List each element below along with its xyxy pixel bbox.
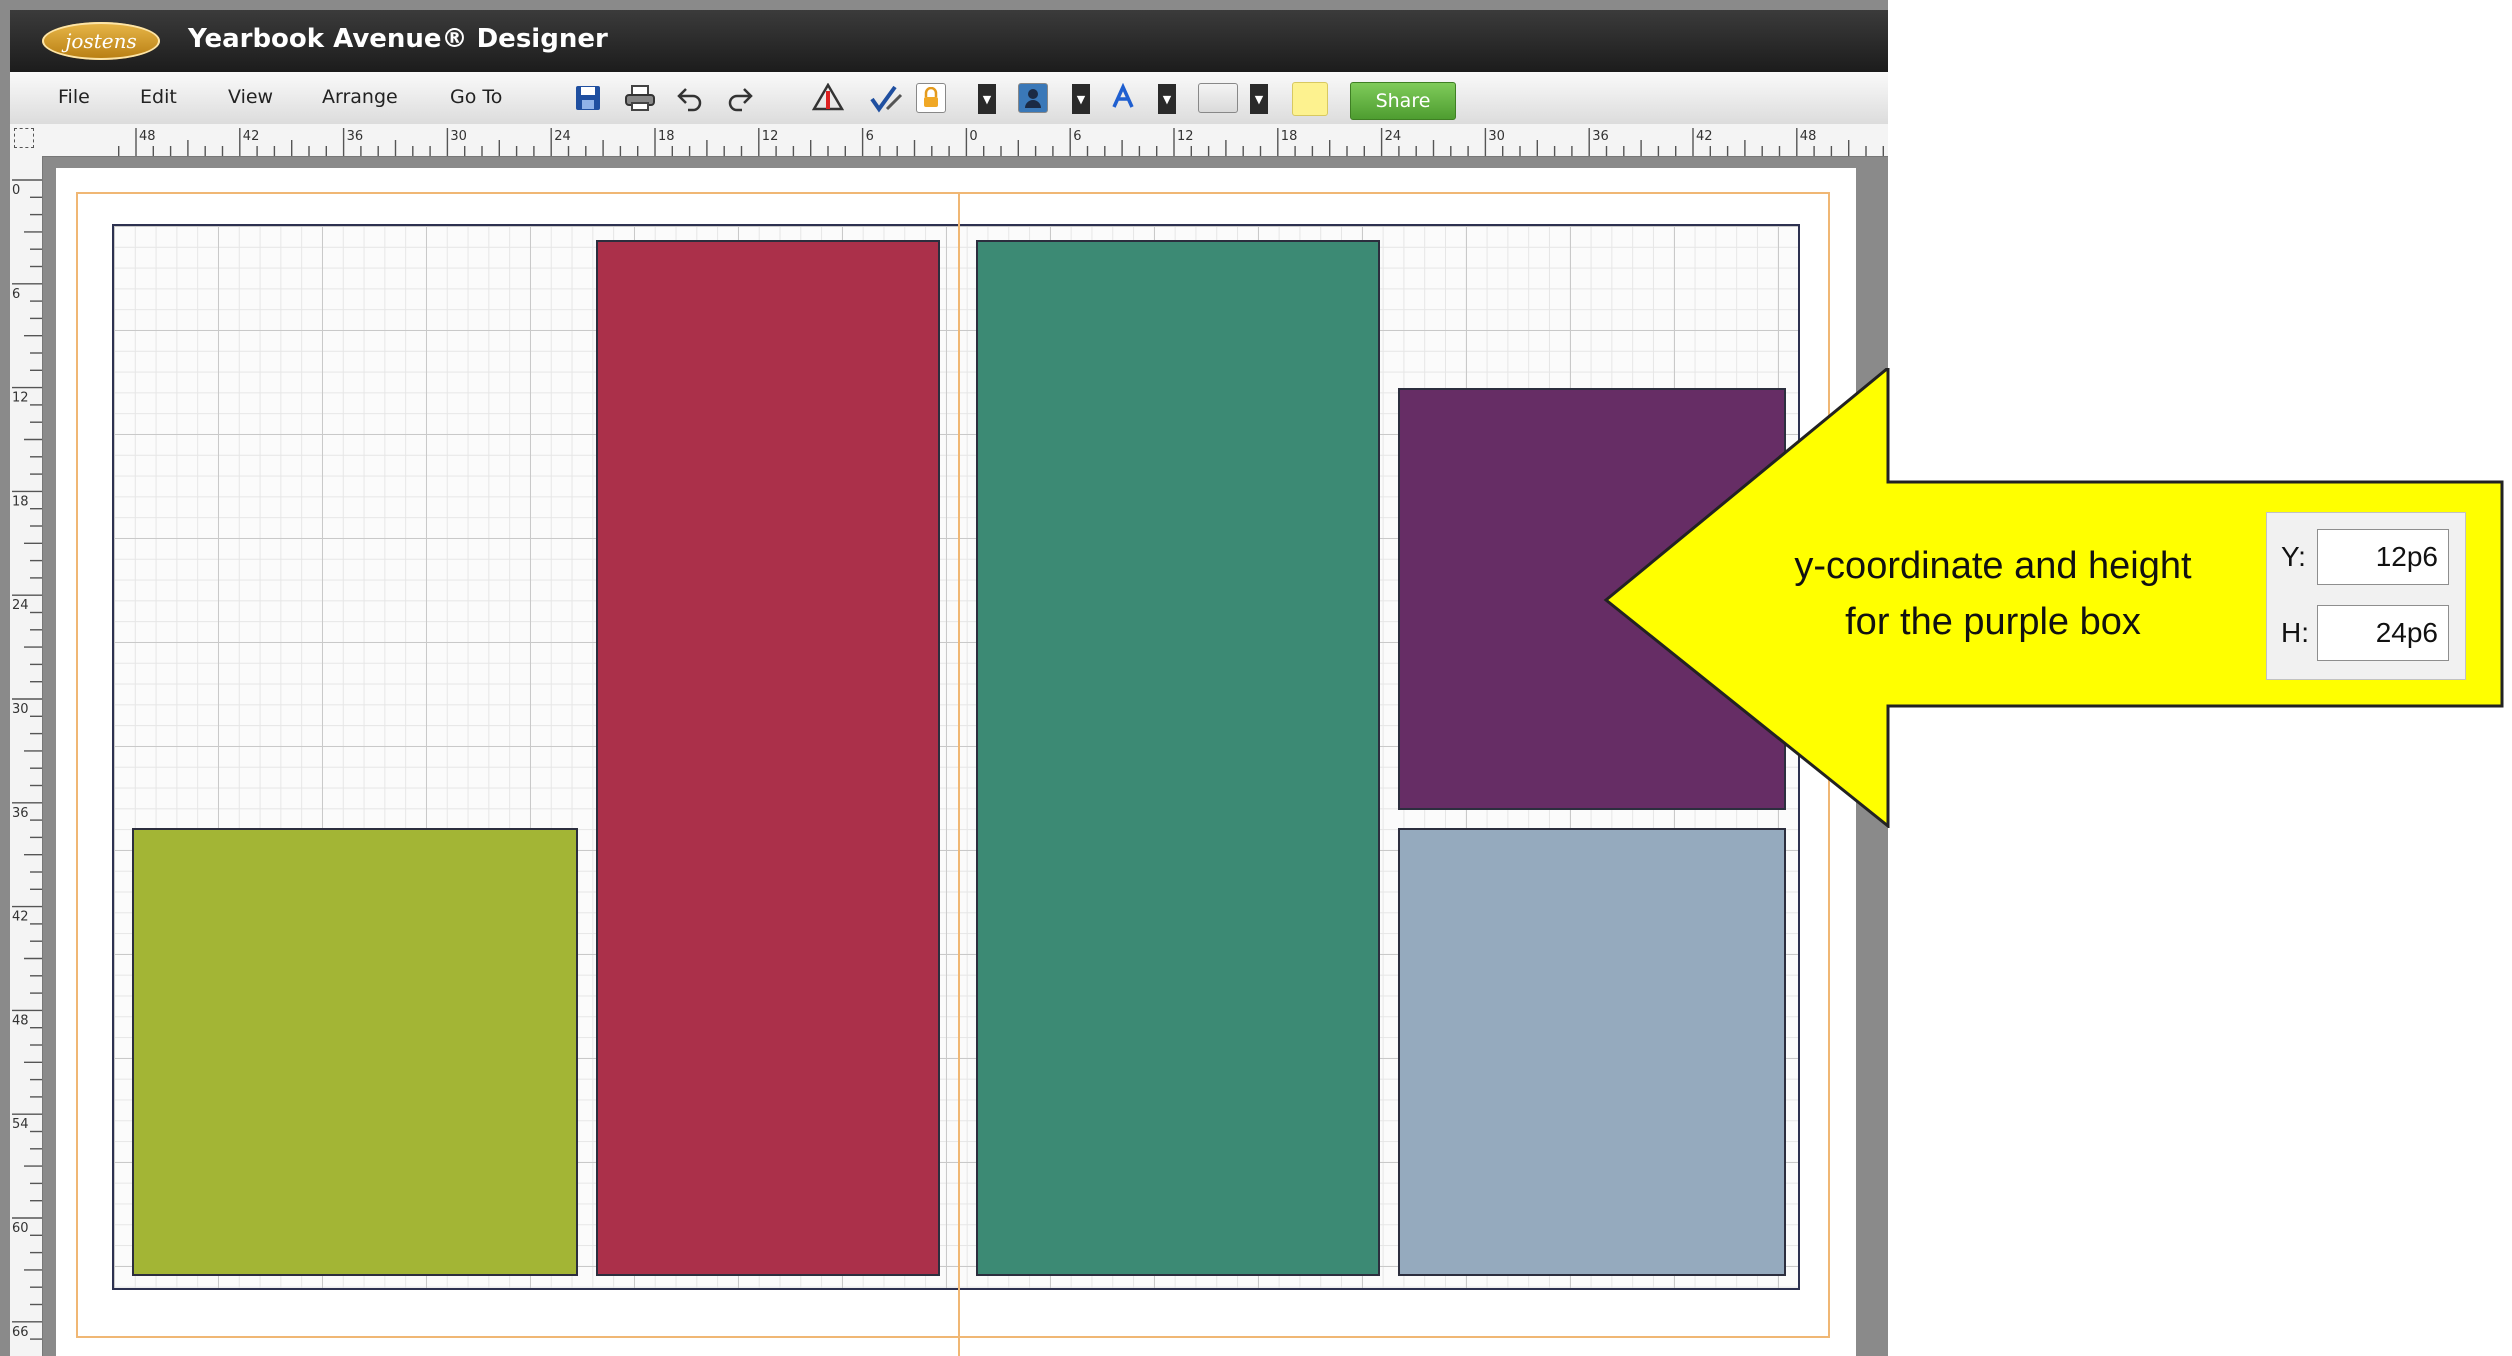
ruler-label: 6 xyxy=(866,129,874,144)
spine-guide xyxy=(958,192,960,1356)
y-coordinate-field[interactable] xyxy=(2317,529,2449,585)
vertical-ruler-scale: 0 6 12 18 24 30 36 42 48 54 60 66 xyxy=(12,179,42,1340)
green-box[interactable] xyxy=(132,828,578,1276)
text-color-dropdown[interactable]: ▼ xyxy=(1158,84,1176,114)
ruler-label: 18 xyxy=(658,129,675,144)
lock-icon[interactable] xyxy=(916,83,946,113)
spread-canvas[interactable] xyxy=(56,168,1856,1356)
ruler-label: 30 xyxy=(12,702,29,717)
save-icon[interactable] xyxy=(570,80,606,116)
person-icon[interactable] xyxy=(1018,83,1048,113)
lock-dropdown[interactable]: ▼ xyxy=(978,84,996,114)
y-label: Y: xyxy=(2281,541,2306,572)
ruler-label: 36 xyxy=(12,806,29,821)
ruler-label: 24 xyxy=(554,129,571,144)
jostens-logo: jostens xyxy=(42,22,160,60)
ruler-label: 6 xyxy=(1073,129,1081,144)
share-button[interactable]: Share xyxy=(1350,82,1456,120)
redo-icon[interactable] xyxy=(722,80,758,116)
menu-file[interactable]: File xyxy=(58,86,90,108)
flag-icon[interactable] xyxy=(808,80,848,116)
ruler-label: 30 xyxy=(450,129,467,144)
callout-text: y-coordinate and height for the purple b… xyxy=(1758,538,2228,650)
ruler-label: 12 xyxy=(1177,129,1194,144)
ruler-label: 30 xyxy=(1488,129,1505,144)
undo-icon[interactable] xyxy=(672,80,708,116)
menu-view[interactable]: View xyxy=(228,86,273,108)
ruler-label: 54 xyxy=(12,1117,29,1132)
ruler-label: 48 xyxy=(139,129,156,144)
ruler-label: 42 xyxy=(1696,129,1713,144)
title-bar: jostens Yearbook Avenue® Designer xyxy=(10,10,1888,72)
ruler-label: 42 xyxy=(12,910,29,925)
ruler-label: 36 xyxy=(347,129,364,144)
ruler-label: 18 xyxy=(1281,129,1298,144)
height-field[interactable] xyxy=(2317,605,2449,661)
teal-box[interactable] xyxy=(976,240,1380,1276)
ruler-label: 12 xyxy=(12,391,29,406)
callout-line-2: for the purple box xyxy=(1845,601,2141,643)
menu-toolbar: File Edit View Arrange Go To ▼ ▼ ▼ ▼ Sha… xyxy=(10,72,1888,125)
ruler-label: 66 xyxy=(12,1325,29,1340)
ruler-label: 18 xyxy=(12,494,29,509)
fill-color-icon[interactable] xyxy=(1198,83,1238,113)
text-color-icon[interactable] xyxy=(1106,80,1140,116)
ruler-label: 0 xyxy=(969,129,977,144)
horizontal-ruler[interactable]: 48 42 36 30 24 18 12 6 0 6 12 18 24 30 36 42 48 xyxy=(10,124,1888,157)
ruler-label: 6 xyxy=(12,287,20,302)
fill-color-dropdown[interactable]: ▼ xyxy=(1250,84,1268,114)
ruler-label: 42 xyxy=(243,129,260,144)
ruler-label: 48 xyxy=(1800,129,1817,144)
ruler-label: 24 xyxy=(12,598,29,613)
person-dropdown[interactable]: ▼ xyxy=(1072,84,1090,114)
ruler-label: 24 xyxy=(1385,129,1402,144)
vertical-ruler[interactable]: 0 6 12 18 24 30 36 42 48 54 60 66 xyxy=(10,156,43,1356)
menu-go-to[interactable]: Go To xyxy=(450,86,502,108)
app-title: Yearbook Avenue® Designer xyxy=(188,24,608,54)
callout-line-1: y-coordinate and height xyxy=(1794,545,2192,587)
sticky-note-icon[interactable] xyxy=(1292,82,1328,116)
h-label: H: xyxy=(2281,617,2309,648)
ruler-label: 36 xyxy=(1592,129,1609,144)
horizontal-ruler-scale: 48 42 36 30 24 18 12 6 0 6 12 18 24 30 36 42 48 xyxy=(117,128,1885,156)
menu-arrange[interactable]: Arrange xyxy=(322,86,398,108)
ruler-label: 0 xyxy=(12,183,20,198)
ruler-label: 12 xyxy=(762,129,779,144)
check-pen-icon[interactable] xyxy=(866,80,906,116)
menu-edit[interactable]: Edit xyxy=(140,86,177,108)
properties-panel: Y: H: xyxy=(2266,512,2466,680)
print-icon[interactable] xyxy=(620,80,660,116)
ruler-label: 60 xyxy=(12,1221,29,1236)
ruler-label: 48 xyxy=(12,1013,29,1028)
blue-gray-box[interactable] xyxy=(1398,828,1786,1276)
ruler-origin-corner[interactable] xyxy=(14,128,34,148)
red-box[interactable] xyxy=(596,240,940,1276)
logo-text: jostens xyxy=(65,29,137,53)
